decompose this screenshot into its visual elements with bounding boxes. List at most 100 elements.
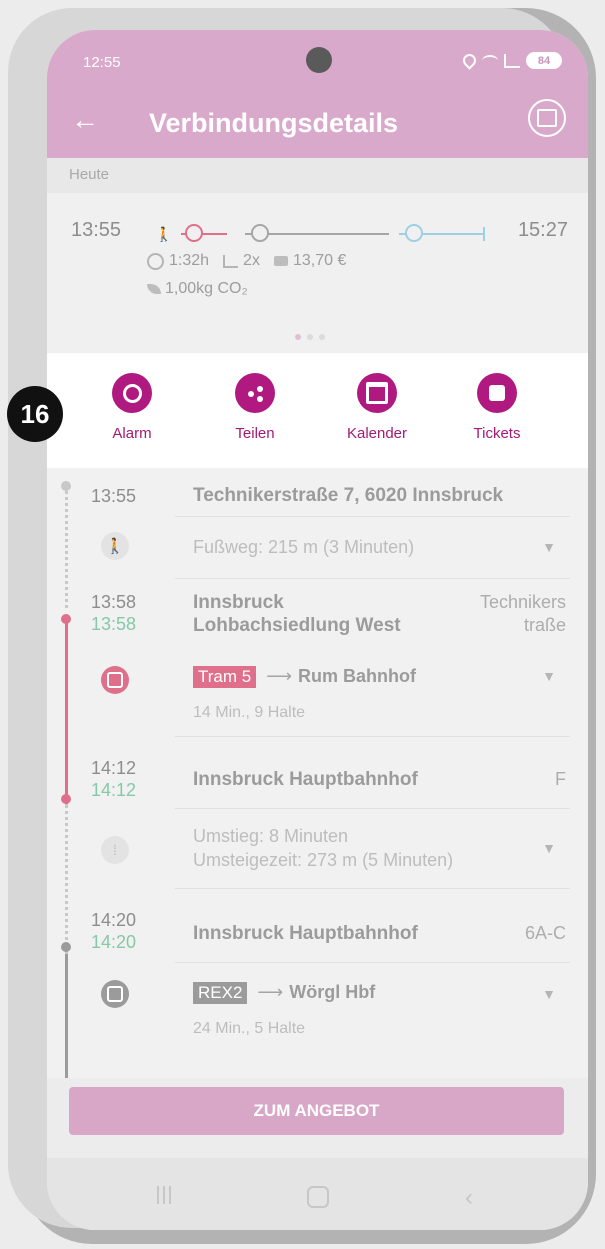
itinerary-list: 13:55 Technikerstraße 7, 6020 Innsbruck …	[47, 468, 588, 1078]
divider	[175, 888, 570, 889]
offer-button[interactable]: ZUM ANGEBOT	[69, 1087, 564, 1135]
date-label: Heute	[69, 166, 110, 183]
page-indicator	[295, 334, 325, 340]
recents-icon[interactable]	[157, 1186, 175, 1204]
stop-platform: F	[555, 769, 566, 789]
chevron-down-icon[interactable]: ▼	[542, 986, 556, 1002]
footsteps-icon: ⁞	[101, 836, 129, 864]
stop-start[interactable]: 13:55 Technikerstraße 7, 6020 Innsbruck	[47, 468, 588, 514]
tram-icon	[101, 666, 129, 694]
chevron-down-icon[interactable]: ▼	[542, 668, 556, 684]
app-header: ← Verbindungsdetails	[47, 92, 588, 158]
line-badge: REX2	[193, 982, 248, 1004]
date-section-header: Heute	[47, 158, 588, 193]
calendar-icon	[366, 382, 388, 404]
calendar-label: Kalender	[346, 425, 408, 442]
calendar-button[interactable]	[357, 373, 397, 413]
stop-time: 13:55	[91, 486, 137, 506]
share-label: Teilen	[235, 425, 275, 442]
train-segment[interactable]: REX2 ⟶ Wörgl Hbf 24 Min., 5 Halte ▼	[47, 964, 588, 1058]
status-time: 12:55	[83, 54, 121, 71]
home-icon[interactable]	[307, 1186, 329, 1208]
stop-place: Innsbruck Hauptbahnhof	[193, 923, 418, 944]
alarm-button[interactable]	[112, 373, 152, 413]
stop-place-line2: Lohbachsiedlung West	[193, 615, 401, 636]
price: 13,70 €	[292, 252, 347, 269]
system-nav-bar: ‹	[47, 1158, 588, 1230]
tram-segment[interactable]: Tram 5 ⟶ Rum Bahnhof 14 Min., 9 Halte ▼	[47, 644, 588, 736]
signal-icon	[504, 53, 520, 68]
transfer-text: Umstieg: 8 Minuten	[193, 826, 349, 846]
nav-back-icon[interactable]: ‹	[465, 1184, 473, 1212]
segment-info: 24 Min., 5 Halte	[193, 1020, 306, 1037]
transfer-segment[interactable]: ⁞ Umstieg: 8 Minuten Umsteigezeit: 273 m…	[47, 810, 588, 888]
alarm-clock-icon	[122, 383, 142, 403]
stop-time: 14:20	[91, 910, 137, 930]
connection-summary[interactable]: 13:55 🚶 15:27 1:32h 2x 13,70 € 1,00kg CO…	[47, 193, 588, 353]
battery-icon: 84	[526, 52, 562, 69]
stop-time-realtime: 13:58	[91, 614, 137, 634]
walk-icon: 🚶	[101, 532, 129, 560]
share-icon	[247, 385, 263, 402]
share-action[interactable]: Teilen	[215, 373, 295, 442]
page-title: Verbindungsdetails	[149, 108, 399, 138]
arrow-right-icon: ⟶	[266, 666, 293, 686]
money-icon	[273, 256, 288, 266]
app-screen: 12:55 84 ← Verbindungsdetails Heute 13:5…	[47, 30, 588, 1230]
duration: 1:32h	[169, 252, 210, 269]
tram-line-info: Tram 5 ⟶ Rum Bahnhof	[193, 666, 416, 688]
offer-area: ZUM ANGEBOT	[47, 1078, 588, 1158]
chevron-down-icon[interactable]: ▼	[542, 539, 556, 555]
walk-text: Fußweg: 215 m (3 Minuten)	[193, 537, 415, 557]
map-icon	[537, 109, 557, 127]
train-icon	[251, 224, 269, 242]
divider	[175, 578, 570, 579]
calendar-action[interactable]: Kalender	[337, 373, 417, 442]
leaf-icon	[147, 284, 161, 294]
page-dot	[307, 334, 313, 340]
arrow-right-icon: ⟶	[257, 982, 284, 1002]
tickets-label: Tickets	[473, 425, 521, 442]
stop-place: Innsbruck	[193, 592, 284, 613]
walk-icon: 🚶	[155, 226, 173, 242]
transfer-detail: Umsteigezeit: 273 m (5 Minuten)	[193, 850, 454, 870]
status-icons: 84	[460, 51, 562, 70]
co2-value: 1,00kg CO₂	[165, 280, 248, 297]
status-bar: 12:55 84	[47, 30, 588, 92]
tickets-button[interactable]	[477, 373, 517, 413]
tickets-action[interactable]: Tickets	[457, 373, 537, 442]
share-button[interactable]	[235, 373, 275, 413]
stop-place: Technikerstraße 7, 6020 Innsbruck	[193, 485, 504, 506]
stop-time-realtime: 14:12	[91, 780, 137, 800]
chevron-down-icon[interactable]: ▼	[542, 840, 556, 856]
tram-icon	[185, 224, 203, 242]
divider	[175, 516, 570, 517]
page-dot	[319, 334, 325, 340]
divider	[175, 736, 570, 737]
page-dot	[295, 334, 301, 340]
line-destination: Rum Bahnhof	[298, 666, 417, 686]
stop-2[interactable]: 14:12 14:12 Innsbruck Hauptbahnhof F	[47, 738, 588, 808]
route-end-marker	[483, 227, 485, 241]
transfer-icon	[223, 254, 239, 268]
stop-3[interactable]: 14:20 14:20 Innsbruck Hauptbahnhof 6A-C	[47, 890, 588, 962]
stop-1[interactable]: 13:58 13:58 Innsbruck Lohbachsiedlung We…	[47, 580, 588, 644]
wifi-icon	[482, 54, 498, 67]
stop-place: Innsbruck Hauptbahnhof	[193, 769, 418, 790]
stop-platform: 6A-C	[524, 923, 566, 943]
location-icon	[460, 51, 479, 70]
route-overview: 🚶	[155, 223, 485, 245]
back-arrow-icon[interactable]: ←	[71, 104, 99, 136]
changes: 2x	[243, 252, 260, 269]
map-button[interactable]	[528, 99, 566, 137]
departure-time: 13:55	[71, 219, 122, 241]
stop-time-realtime: 14:20	[91, 932, 137, 952]
ticket-icon	[489, 385, 505, 401]
stop-platform: Technikers	[479, 592, 566, 612]
stop-platform-line2: traße	[523, 615, 566, 635]
alarm-action[interactable]: Alarm	[92, 373, 172, 442]
segment-info: 14 Min., 9 Halte	[193, 704, 306, 721]
walk-segment[interactable]: 🚶 Fußweg: 215 m (3 Minuten) ▼	[47, 518, 588, 576]
arrival-time: 15:27	[517, 219, 568, 241]
stop-time: 13:58	[91, 592, 137, 612]
